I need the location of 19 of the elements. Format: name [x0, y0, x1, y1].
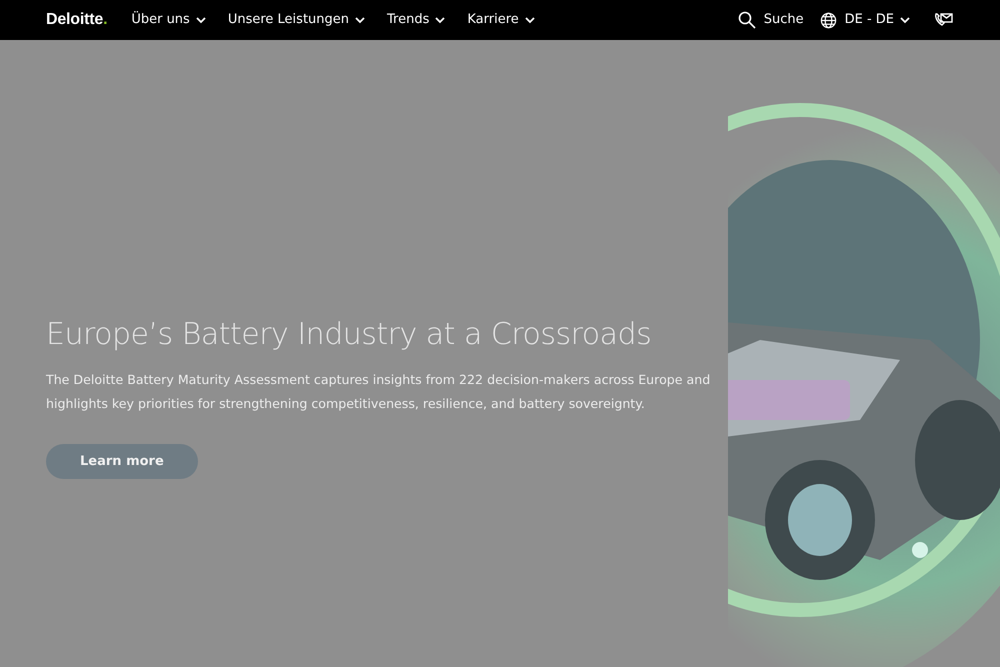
hero-title: Europe’s Battery Industry at a Crossroads — [46, 316, 652, 354]
search-button[interactable]: Suche — [738, 10, 804, 30]
chevron-icon — [435, 16, 446, 24]
globe-icon — [820, 12, 837, 28]
nav-menu-item[interactable]: Trends — [387, 10, 446, 30]
chevron-icon — [196, 16, 206, 24]
hero-description: The Deloitte Battery Maturity Assessment captures insights from 222 decision-makers across Europe and highlights key priorities for strengthening competitiveness, resilience, and battery sovereignty. — [46, 370, 712, 413]
learn-more-button[interactable]: Learn more — [46, 444, 198, 479]
contact-button[interactable] — [934, 12, 954, 28]
language-selector[interactable]: DE - DE — [820, 10, 910, 30]
logo[interactable]: Deloitte. — [46, 8, 108, 32]
search-icon — [738, 11, 756, 29]
phone-envelope-icon — [934, 12, 954, 28]
chevron-icon — [355, 16, 366, 24]
nav-menu-item[interactable]: Karriere — [467, 10, 535, 30]
chevron-icon — [524, 16, 535, 24]
chevron-icon — [900, 16, 910, 24]
nav-menu-item[interactable]: Über uns — [131, 10, 206, 30]
nav-menu-item[interactable]: Unsere Leistungen — [228, 10, 366, 30]
